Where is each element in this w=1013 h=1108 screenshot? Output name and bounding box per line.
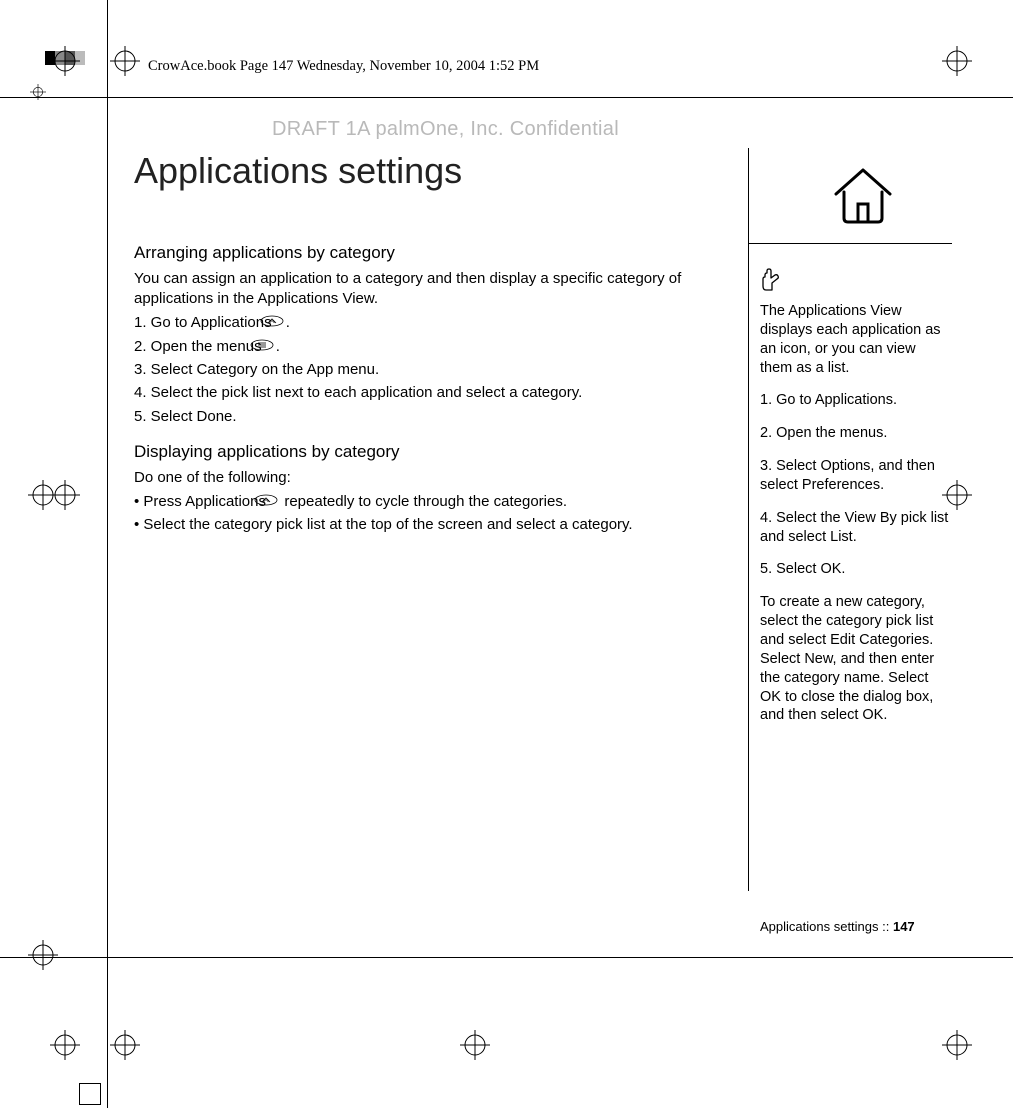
registration-mark-icon: [110, 46, 140, 76]
footer-label: Applications settings ::: [760, 919, 893, 934]
home-large-icon: [824, 160, 902, 235]
sidebar-text: 5. Select OK.: [760, 560, 950, 579]
sidebar-text: The Applications View displays each appl…: [760, 302, 950, 377]
page-title: Applications settings: [134, 150, 462, 192]
sidebar-column: The Applications View displays each appl…: [760, 264, 950, 739]
sidebar-divider: [748, 148, 749, 891]
step-item: 3. Select Category on the App menu.: [134, 360, 719, 380]
step-item: 5. Select Done.: [134, 407, 719, 427]
registration-mark-icon: [28, 82, 48, 102]
sidebar-text: To create a new category, select the cat…: [760, 593, 950, 725]
registration-mark-icon: [50, 46, 80, 76]
ordered-steps: 1. Go to Applications . 2. Open the menu…: [134, 313, 719, 426]
draft-watermark: DRAFT 1A palmOne, Inc. Confidential: [272, 118, 619, 141]
menu-key-icon: [268, 337, 274, 357]
registration-mark-icon: [110, 1030, 140, 1060]
registration-mark-icon: [942, 46, 972, 76]
step-item: 4. Select the pick list next to each app…: [134, 383, 719, 403]
sidebar-text: 3. Select Options, and then select Prefe…: [760, 457, 950, 495]
crop-rule-bottom: [0, 957, 1013, 958]
sidebar-text: 1. Go to Applications.: [760, 391, 950, 410]
sidebar-text: 2. Open the menus.: [760, 424, 950, 443]
home-key-icon: [278, 313, 284, 333]
book-header-line: CrowAce.book Page 147 Wednesday, Novembe…: [148, 58, 539, 75]
sidebar-text: 4. Select the View By pick list and sele…: [760, 509, 950, 547]
crop-rule-top: [0, 97, 1013, 98]
sidebar-top-divider: [748, 243, 952, 244]
section-intro: You can assign an application to a categ…: [134, 269, 719, 310]
section-heading: Arranging applications by category: [134, 242, 719, 265]
small-box: [79, 1083, 101, 1105]
page: CrowAce.book Page 147 Wednesday, Novembe…: [0, 0, 1013, 1108]
page-footer: Applications settings :: 147: [760, 919, 915, 934]
bullet-list: • Press Applications repeatedly to cycle…: [134, 492, 719, 536]
section-heading: Displaying applications by category: [134, 441, 719, 464]
home-key-icon: [272, 492, 278, 512]
page-number: 147: [893, 919, 915, 934]
bullet-item: • Press Applications repeatedly to cycle…: [134, 492, 719, 512]
body-column: Arranging applications by category You c…: [134, 242, 719, 550]
section-intro: Do one of the following:: [134, 468, 719, 488]
registration-mark-icon: [28, 940, 58, 970]
registration-mark-icon: [942, 1030, 972, 1060]
step-item: 1. Go to Applications .: [134, 313, 719, 333]
registration-mark-icon: [460, 1030, 490, 1060]
registration-mark-icon: [28, 480, 58, 510]
registration-mark-icon: [50, 1030, 80, 1060]
bullet-item: • Select the category pick list at the t…: [134, 515, 719, 535]
step-item: 2. Open the menus .: [134, 337, 719, 357]
crop-rule-vertical: [107, 0, 108, 1108]
